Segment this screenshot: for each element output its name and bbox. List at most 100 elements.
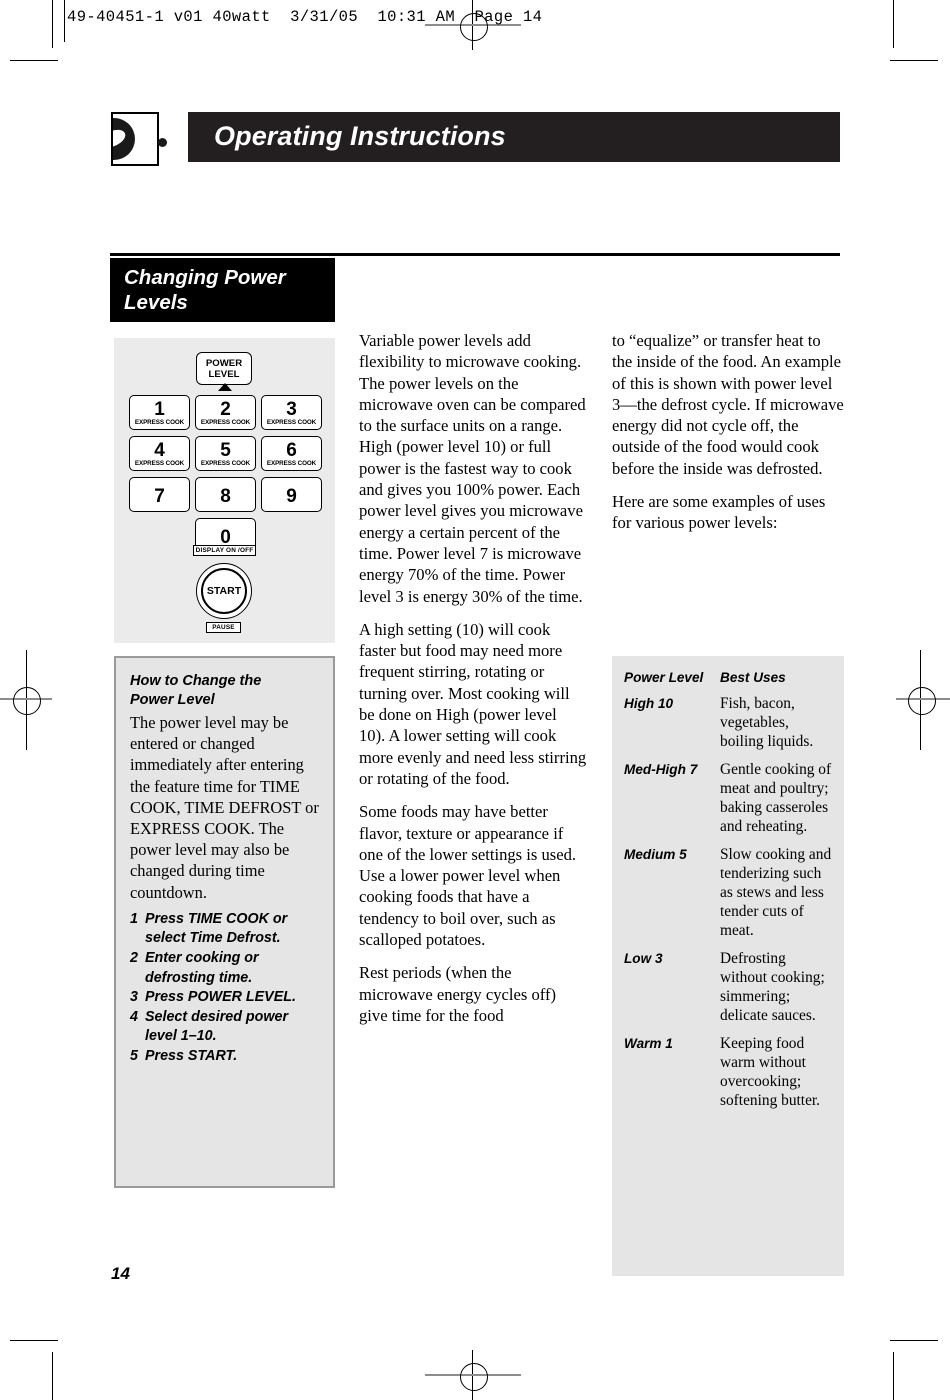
cell-power-level: High 10: [624, 696, 674, 711]
keypad-key-6[interactable]: 6 EXPRESS COOK: [261, 436, 322, 471]
keypad-key-1-number: 1: [154, 399, 165, 420]
how-to-step-list: 1 Press TIME COOK or select Time Defrost…: [130, 910, 319, 1067]
power-level-pointer-icon: [218, 383, 232, 391]
step-text: Enter cooking or defrosting time.: [145, 950, 259, 986]
crop-mark-bottom-left-h: [10, 1340, 58, 1342]
keypad-key-4-number: 4: [154, 440, 165, 461]
start-button[interactable]: START: [196, 563, 252, 619]
brand-logo-icon: [111, 112, 159, 166]
power-level-key-line1: POWER: [205, 358, 243, 369]
step-number: 5: [130, 1047, 138, 1064]
keypad-key-8[interactable]: 8: [195, 477, 256, 512]
print-header-text: 49-40451-1 v01 40watt 3/31/05 10:31 AM P…: [67, 8, 543, 26]
step-text: Select desired power level 1–10.: [145, 1008, 289, 1045]
keypad-key-1-sublabel: EXPRESS COOK: [134, 419, 185, 426]
keypad-key-3[interactable]: 3 EXPRESS COOK: [261, 395, 322, 430]
step-number: 2: [130, 950, 138, 967]
cell-best-uses: Fish, bacon, vegetables, boiling liquids…: [720, 695, 814, 750]
crop-mark-top-right-v: [893, 0, 895, 48]
keypad-key-9[interactable]: 9: [261, 477, 322, 512]
keypad-key-2-number: 2: [220, 399, 231, 420]
keypad-key-8-number: 8: [220, 486, 231, 507]
keypad-key-5-sublabel: EXPRESS COOK: [200, 460, 251, 467]
list-item: 4 Select desired power level 1–10.: [130, 1008, 319, 1047]
page-title-bar: Operating Instructions: [188, 112, 840, 162]
power-level-table: Power Level Best Uses High 10 Fish, baco…: [612, 656, 844, 1276]
body-column-middle: Variable power levels add flexibility to…: [359, 330, 587, 1038]
crop-mark-top-left-v: [52, 0, 54, 48]
keypad-key-4[interactable]: 4 EXPRESS COOK: [129, 436, 190, 471]
crop-mark-top-right-h: [890, 60, 938, 62]
keypad-key-9-number: 9: [286, 486, 297, 507]
crop-mark-top-left-h: [10, 60, 58, 62]
cell-best-uses: Defrosting without cooking; simmering; d…: [720, 950, 825, 1024]
step-text: Press TIME COOK or select Time Defrost.: [145, 910, 288, 947]
keypad-key-5-number: 5: [220, 440, 231, 461]
power-level-key[interactable]: POWER LEVEL: [196, 352, 252, 385]
cell-power-level: Medium 5: [624, 847, 687, 862]
step-number: 3: [130, 989, 138, 1006]
step-text: Press POWER LEVEL.: [145, 989, 296, 1006]
keypad-key-5[interactable]: 5 EXPRESS COOK: [195, 436, 256, 471]
start-button-label: START: [201, 568, 247, 614]
cell-power-level: Warm 1: [624, 1036, 673, 1051]
crop-mark-bottom-right-v: [893, 1352, 895, 1400]
page-title: Operating Instructions: [214, 120, 506, 151]
print-header-divider: [64, 0, 66, 42]
table-row: Medium 5 Slow cooking and tenderizing su…: [624, 845, 832, 940]
keypad-key-6-sublabel: EXPRESS COOK: [266, 460, 317, 467]
paragraph: to “equalize” or transfer heat to the in…: [612, 331, 844, 478]
section-heading-line1: Changing Power: [124, 266, 286, 289]
cell-power-level: Med-High 7: [624, 762, 698, 777]
table-row: Low 3 Defrosting without cooking; simmer…: [624, 949, 832, 1025]
how-to-body-text: The power level may be entered or change…: [130, 713, 319, 902]
section-heading-line2: Levels: [124, 291, 188, 314]
paragraph: Here are some examples of uses for vario…: [612, 492, 826, 533]
keypad-key-7[interactable]: 7: [129, 477, 190, 512]
brand-logo-dot-icon: [158, 138, 167, 147]
table-row: High 10 Fish, bacon, vegetables, boiling…: [624, 694, 832, 751]
paragraph: A high setting (10) will cook faster but…: [359, 619, 587, 788]
keypad-illustration: POWER LEVEL 1 EXPRESS COOK 2 EXPRESS COO…: [114, 338, 335, 643]
cell-best-uses: Slow cooking and tenderizing such as ste…: [720, 846, 832, 939]
pause-label: PAUSE: [206, 622, 241, 633]
paragraph: Some foods may have better flavor, textu…: [359, 802, 577, 950]
body-column-right: to “equalize” or transfer heat to the in…: [612, 330, 844, 546]
crop-mark-bottom-left-v: [52, 1352, 54, 1400]
keypad-key-1[interactable]: 1 EXPRESS COOK: [129, 395, 190, 430]
column-header-power-level: Power Level: [624, 670, 704, 685]
cell-power-level: Low 3: [624, 951, 663, 966]
how-to-title-line2: Power Level: [130, 692, 215, 708]
step-number: 4: [130, 1008, 138, 1025]
page-number: 14: [111, 1264, 130, 1283]
list-item: 1 Press TIME COOK or select Time Defrost…: [130, 910, 319, 949]
document-page: 49-40451-1 v01 40watt 3/31/05 10:31 AM P…: [0, 0, 950, 1400]
crop-mark-bottom-right-h: [890, 1340, 938, 1342]
how-to-title-line1: How to Change the: [130, 673, 262, 689]
keypad-key-3-number: 3: [286, 399, 297, 420]
keypad-key-2[interactable]: 2 EXPRESS COOK: [195, 395, 256, 430]
power-level-key-line2: LEVEL: [208, 369, 240, 380]
table-row: Med-High 7 Gentle cooking of meat and po…: [624, 760, 832, 836]
paragraph: Rest periods (when the microwave energy …: [359, 963, 557, 1025]
column-header-best-uses: Best Uses: [720, 670, 786, 685]
keypad-key-4-sublabel: EXPRESS COOK: [134, 460, 185, 467]
cell-best-uses: Keeping food warm without overcooking; s…: [720, 1035, 821, 1109]
how-to-title: How to Change the Power Level: [130, 672, 319, 710]
list-item: 2 Enter cooking or defrosting time.: [130, 949, 319, 988]
list-item: 5 Press START.: [130, 1047, 319, 1067]
keypad-key-2-sublabel: EXPRESS COOK: [200, 419, 251, 426]
cell-best-uses: Gentle cooking of meat and poultry; baki…: [720, 761, 832, 835]
section-rule: [110, 253, 840, 256]
step-text: Press START.: [145, 1047, 238, 1064]
display-on-off-label: DISPLAY ON /OFF: [193, 545, 256, 556]
section-heading-text: Changing Power Levels: [124, 265, 324, 315]
step-number: 1: [130, 910, 138, 927]
table-row: Warm 1 Keeping food warm without overcoo…: [624, 1034, 832, 1110]
how-to-change-power-level-box: How to Change the Power Level The power …: [114, 656, 335, 1188]
keypad-key-7-number: 7: [154, 486, 165, 507]
keypad-key-3-sublabel: EXPRESS COOK: [266, 419, 317, 426]
list-item: 3 Press POWER LEVEL.: [130, 988, 319, 1008]
paragraph: Variable power levels add flexibility to…: [359, 331, 586, 606]
table-header-row: Power Level Best Uses: [624, 668, 832, 687]
